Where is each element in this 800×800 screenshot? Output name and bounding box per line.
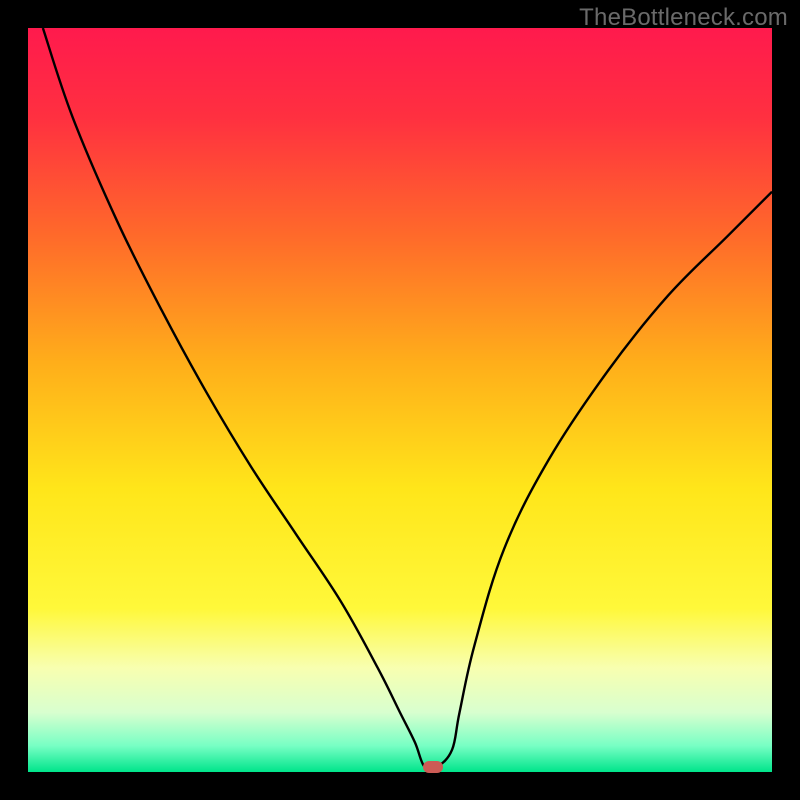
optimal-point-marker (423, 761, 443, 773)
chart-svg (28, 28, 772, 772)
chart-plot-area (28, 28, 772, 772)
chart-background-gradient (28, 28, 772, 772)
chart-frame: TheBottleneck.com (0, 0, 800, 800)
watermark-text: TheBottleneck.com (579, 4, 788, 32)
